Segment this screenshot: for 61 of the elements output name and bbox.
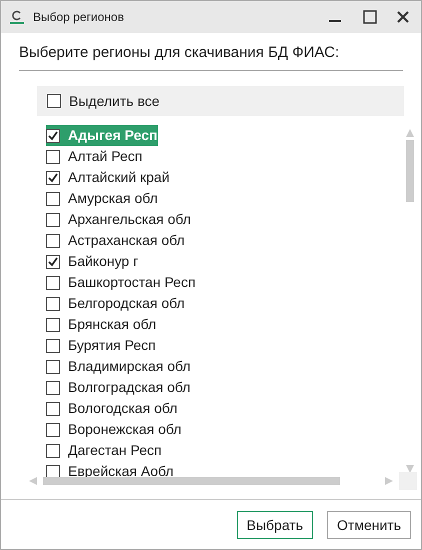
region-label: Волгоградская обл	[68, 378, 190, 397]
checkbox[interactable]	[46, 150, 60, 164]
region-label: Дагестан Респ	[68, 441, 162, 460]
region-item[interactable]: Воронежская обл	[46, 419, 182, 440]
checkbox[interactable]	[46, 422, 60, 436]
checkbox[interactable]	[46, 360, 60, 374]
region-item[interactable]: Владимирская обл	[46, 356, 191, 377]
checkbox[interactable]	[46, 234, 60, 248]
region-label: Брянская обл	[68, 315, 156, 334]
heading: Выберите регионы для скачивания БД ФИАС:	[19, 42, 403, 71]
checkbox[interactable]	[46, 128, 60, 142]
checkbox[interactable]	[46, 170, 60, 184]
region-label: Адыгея Респ	[68, 126, 158, 145]
horizontal-scroll-thumb[interactable]	[43, 477, 340, 485]
region-label: Еврейская Аобл	[68, 462, 174, 479]
region-item[interactable]: Амурская обл	[46, 188, 158, 209]
maximize-icon[interactable]	[363, 10, 377, 24]
checkbox[interactable]	[46, 464, 60, 478]
region-label: Астраханская обл	[68, 231, 185, 250]
checkbox[interactable]	[46, 192, 60, 206]
scroll-thumb[interactable]	[406, 140, 414, 202]
scroll-corner	[399, 472, 417, 490]
region-item[interactable]: Бурятия Респ	[46, 335, 156, 356]
region-item[interactable]: Волгоградская обл	[46, 377, 190, 398]
region-item[interactable]: Алтайский край	[46, 167, 170, 188]
region-label: Байконур г	[68, 252, 138, 271]
region-item[interactable]: Дагестан Респ	[46, 440, 162, 461]
region-label: Владимирская обл	[68, 357, 191, 376]
region-label: Архангельская обл	[68, 210, 191, 229]
select-button[interactable]: Выбрать	[236, 511, 314, 539]
checkbox[interactable]	[46, 402, 60, 416]
checkbox[interactable]	[46, 338, 60, 352]
checkbox[interactable]	[46, 276, 60, 290]
checkbox[interactable]	[46, 380, 60, 394]
region-label: Вологодская обл	[68, 399, 178, 418]
region-label: Амурская обл	[68, 189, 158, 208]
region-label: Бурятия Респ	[68, 336, 156, 355]
region-item[interactable]: Байконур г	[46, 251, 138, 272]
region-item[interactable]: Белгородская обл	[46, 293, 185, 314]
region-label: Алтайский край	[68, 168, 170, 187]
region-label: Башкортостан Респ	[68, 273, 196, 292]
region-item[interactable]: Брянская обл	[46, 314, 156, 335]
close-icon[interactable]	[397, 11, 409, 23]
checkbox[interactable]	[46, 254, 60, 268]
cancel-button[interactable]: Отменить	[327, 511, 411, 539]
checkbox[interactable]	[46, 318, 60, 332]
region-item[interactable]: Алтай Респ	[46, 146, 142, 167]
region-label: Белгородская обл	[68, 294, 185, 313]
checkbox[interactable]	[46, 212, 60, 226]
region-label: Алтай Респ	[68, 147, 142, 166]
region-item[interactable]: Астраханская обл	[46, 230, 185, 251]
checkbox[interactable]	[47, 94, 61, 108]
app-icon	[9, 9, 25, 25]
region-item[interactable]: Вологодская обл	[46, 398, 178, 419]
window-title: Выбор регионов	[33, 9, 124, 26]
region-label: Воронежская обл	[68, 420, 182, 439]
region-item[interactable]: Башкортостан Респ	[46, 272, 196, 293]
select-all-label: Выделить все	[69, 92, 160, 111]
checkbox[interactable]	[46, 444, 60, 458]
region-item[interactable]: Архангельская обл	[46, 209, 191, 230]
checkbox[interactable]	[46, 296, 60, 310]
